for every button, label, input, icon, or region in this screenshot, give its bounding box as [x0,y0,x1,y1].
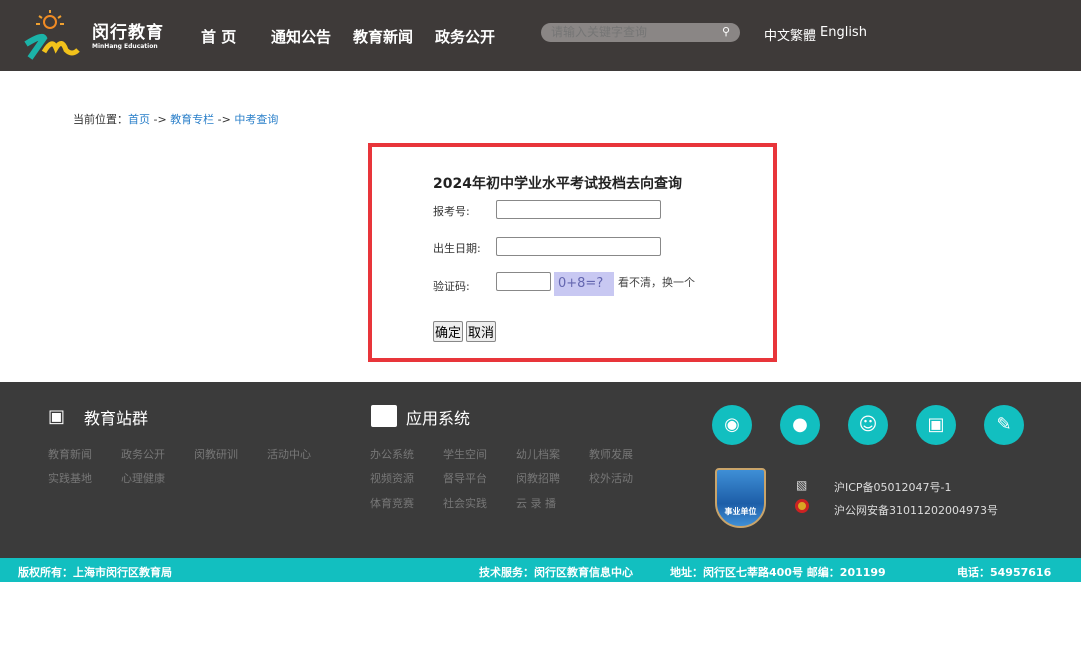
breadcrumb-home[interactable]: 首页 [128,113,150,126]
captcha-image[interactable]: 0+8=? [554,272,614,296]
site-group-title: 教育站群 [84,409,149,428]
search-input[interactable] [551,25,711,39]
breadcrumb-current[interactable]: 中考查询 [234,113,278,126]
captcha-input[interactable] [496,272,551,291]
site-link[interactable]: 心理健康 [121,470,165,486]
site-link[interactable]: 实践基地 [48,470,92,486]
cancel-button[interactable]: 取消 [466,321,497,342]
app-link[interactable]: 社会实践 [443,495,487,511]
address: 地址：闵行区七莘路400号 邮编：201199 [670,566,886,579]
graduate-icon[interactable]: ☺ [848,405,888,445]
minhang-logo[interactable] [22,8,80,62]
search-icon[interactable]: ⚲ [722,25,730,38]
exam-no-input[interactable] [496,200,661,219]
app-link[interactable]: 办公系统 [370,446,414,462]
nav-notices[interactable]: 通知公告 [271,26,331,47]
phone: 电话：54957616 [957,566,1052,579]
nav-home[interactable]: 首 页 [201,26,236,47]
search-box: ⚲ [541,23,740,42]
breadcrumb-sep: -> [150,113,171,126]
app-link[interactable]: 云 录 播 [516,495,556,511]
app-icon[interactable]: ▣ [916,405,956,445]
birth-date-input[interactable] [496,237,661,256]
public-institution-badge[interactable]: 事业单位 [715,468,766,528]
app-link[interactable]: 督导平台 [443,470,487,486]
breadcrumb: 当前位置：首页 -> 教育专栏 -> 中考查询 [73,111,278,127]
form-title: 2024年初中学业水平考试投档去向查询 [433,176,682,192]
nav-news[interactable]: 教育新闻 [353,26,413,47]
police-emblem-icon [795,499,809,513]
app-link[interactable]: 视频资源 [370,470,414,486]
app-link[interactable]: 体育竞赛 [370,495,414,511]
brand-name: 闵行教育 [92,23,164,43]
brand-name-en: MinHang Education [92,43,158,50]
app-link[interactable]: 闵教招聘 [516,470,560,486]
copyright: 版权所有：上海市闵行区教育局 [18,566,172,579]
site-link[interactable]: 教育新闻 [48,446,92,462]
site-link[interactable]: 政务公开 [121,446,165,462]
refresh-captcha-link[interactable]: 看不清，换一个 [618,274,695,290]
buildings-icon: ▣ [48,406,66,427]
breadcrumb-prefix: 当前位置： [73,113,128,126]
app-link[interactable]: 教师发展 [589,446,633,462]
submit-button[interactable]: 确定 [433,321,464,342]
app-systems-title: 应用系统 [406,409,471,428]
copyright-bar: 版权所有：上海市闵行区教育局 技术服务：闵行区教育信息中心 地址：闵行区七莘路4… [0,558,1081,582]
weibo-icon[interactable]: ◉ [712,405,752,445]
breadcrumb-sep: -> [214,113,235,126]
breadcrumb-column[interactable]: 教育专栏 [170,113,214,126]
brand[interactable]: 闵行教育 MinHang Education [92,18,164,50]
header: 闵行教育 MinHang Education 首 页 通知公告 教育新闻 政务公… [0,0,1081,71]
lang-chinese[interactable]: 中文繁體 [764,25,816,44]
icp-icon: ▧ [796,478,808,492]
icp-record[interactable]: 沪ICP备05012047号-1 [834,479,952,495]
captcha-label: 验证码: [433,280,470,293]
app-link[interactable]: 学生空间 [443,446,487,462]
nav-gov[interactable]: 政务公开 [435,26,495,47]
wechat-icon[interactable]: ● [780,405,820,445]
monitor-icon [371,405,397,427]
app-link[interactable]: 校外活动 [589,470,633,486]
birth-label: 出生日期: [433,242,481,255]
app-link[interactable]: 幼儿档案 [516,446,560,462]
site-link[interactable]: 闵教研训 [194,446,238,462]
police-record[interactable]: 沪公网安备31011202004973号 [834,502,998,518]
lang-english[interactable]: English [820,25,867,40]
exam-no-label: 报考号: [433,205,470,218]
site-link[interactable]: 活动中心 [267,446,311,462]
tech-service: 技术服务：闵行区教育信息中心 [479,566,633,579]
pencil-ruler-icon[interactable]: ✎ [984,405,1024,445]
